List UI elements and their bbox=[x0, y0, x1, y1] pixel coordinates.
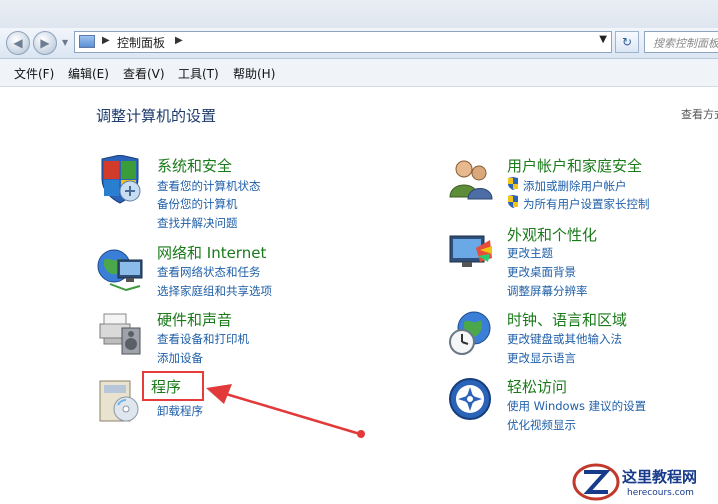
watermark-name: 这里教程网 bbox=[622, 468, 698, 486]
annotation-arrow-icon bbox=[206, 384, 365, 438]
watermark-logo-icon bbox=[572, 463, 620, 501]
watermark-url: herecours.com bbox=[627, 488, 694, 498]
